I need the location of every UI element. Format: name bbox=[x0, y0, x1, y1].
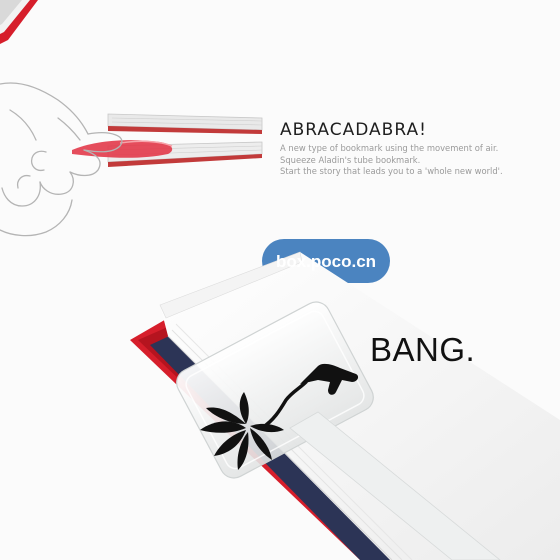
description-line: Squeeze Aladin's tube bookmark. bbox=[280, 154, 421, 165]
poster-illustration bbox=[0, 0, 560, 560]
poster: ABRACADABRA! A new type of bookmark usin… bbox=[0, 0, 560, 560]
top-book-illustration bbox=[0, 82, 263, 237]
description-line: Start the story that leads you to a 'who… bbox=[280, 166, 503, 176]
corner-book bbox=[0, 0, 38, 44]
description-line: A new type of bookmark using the movemen… bbox=[280, 143, 499, 153]
description: A new type of bookmark using the movemen… bbox=[280, 143, 503, 178]
headline: ABRACADABRA! bbox=[280, 120, 427, 140]
watermark-text: box.poco.cn bbox=[275, 252, 377, 271]
tagline: BANG. bbox=[370, 331, 476, 368]
